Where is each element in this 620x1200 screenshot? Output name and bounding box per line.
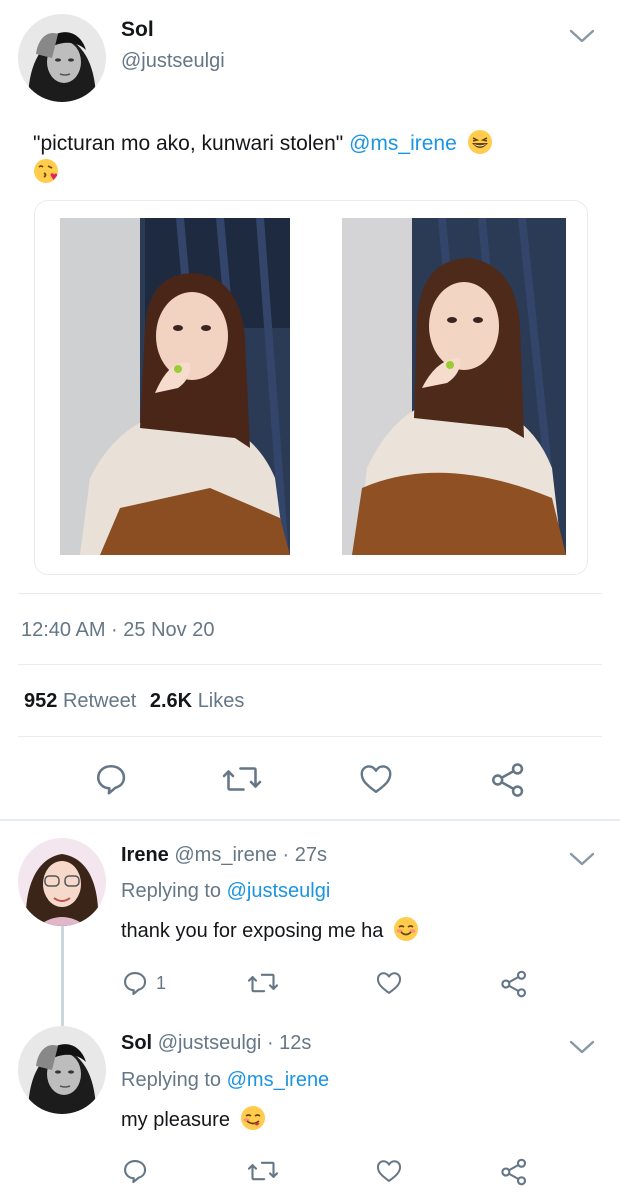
- reply-icon[interactable]: [121, 1157, 149, 1185]
- retweet-icon[interactable]: [247, 1157, 279, 1185]
- share-icon[interactable]: [489, 761, 527, 799]
- divider: [18, 736, 602, 737]
- replying-to-link[interactable]: @ms_irene: [227, 1069, 330, 1091]
- reply-body: thank you for exposing me ha: [121, 920, 384, 942]
- retweets-stat[interactable]: 952 Retweet: [24, 690, 142, 712]
- author-handle[interactable]: @justseulgi: [121, 50, 225, 73]
- reply-icon[interactable]: [93, 761, 129, 797]
- reply-time[interactable]: · 12s: [267, 1032, 311, 1054]
- replying-to-label: Replying to: [121, 1069, 222, 1091]
- reply-display-name[interactable]: Sol: [121, 1032, 152, 1054]
- retweet-icon[interactable]: [222, 761, 262, 797]
- retweets-label: Retweet: [62, 690, 137, 712]
- divider: [18, 664, 602, 665]
- reply-text: thank you for exposing me ha: [121, 916, 419, 943]
- like-icon[interactable]: [374, 1157, 404, 1185]
- reply-count: 1: [156, 973, 167, 993]
- like-icon[interactable]: [357, 761, 395, 797]
- retweet-icon[interactable]: [247, 969, 279, 997]
- reply-header: Sol @justseulgi · 12s: [121, 1032, 311, 1055]
- tweet-mention-link[interactable]: @ms_irene: [349, 132, 457, 155]
- tweet-text: "picturan mo ako, kunwari stolen" @ms_ir…: [33, 129, 593, 187]
- likes-stat[interactable]: 2.6K Likes: [150, 690, 245, 712]
- reply-avatar[interactable]: [18, 1026, 106, 1114]
- grinning-squinting-emoji: [467, 129, 493, 155]
- tweet-stats: 952 Retweet 2.6K Likes: [24, 690, 244, 713]
- thread-line: [61, 926, 64, 1026]
- likes-count: 2.6K: [149, 690, 193, 712]
- like-icon[interactable]: [374, 969, 404, 997]
- reply-text: my pleasure: [121, 1105, 266, 1132]
- reply-body: my pleasure: [121, 1109, 230, 1131]
- reply-handle[interactable]: @justseulgi: [158, 1032, 262, 1054]
- reply-avatar[interactable]: [18, 838, 106, 926]
- replying-to-label: Replying to: [121, 880, 222, 902]
- author-avatar[interactable]: [18, 14, 106, 102]
- tweet-photo-1[interactable]: [60, 218, 290, 555]
- replying-to: Replying to @ms_irene: [121, 1069, 329, 1092]
- replying-to: Replying to @justseulgi: [121, 880, 330, 903]
- likes-label: Likes: [197, 690, 245, 712]
- author-display-name[interactable]: Sol: [121, 18, 154, 42]
- reply-handle[interactable]: @ms_irene: [174, 844, 277, 866]
- section-divider: [0, 819, 620, 821]
- divider: [18, 593, 602, 594]
- chevron-down-icon[interactable]: [568, 1037, 596, 1057]
- chevron-down-icon[interactable]: [568, 849, 596, 869]
- smiling-blushing-emoji: [393, 916, 419, 942]
- reply-display-name[interactable]: Irene: [121, 844, 169, 866]
- chevron-down-icon[interactable]: [568, 26, 596, 46]
- yum-face-emoji: [240, 1105, 266, 1131]
- tweet-photo-2[interactable]: [342, 218, 566, 555]
- tweet-timestamp[interactable]: 12:40 AM · 25 Nov 20: [21, 619, 214, 642]
- reply-time[interactable]: · 27s: [283, 844, 327, 866]
- reply-icon[interactable]: [121, 969, 149, 997]
- share-icon[interactable]: [499, 969, 529, 999]
- reply-header: Irene @ms_irene · 27s: [121, 844, 327, 867]
- face-blowing-kiss-emoji: [33, 158, 59, 184]
- share-icon[interactable]: [499, 1157, 529, 1187]
- replying-to-link[interactable]: @justseulgi: [227, 880, 331, 902]
- retweets-count: 952: [24, 690, 58, 712]
- tweet-body: "picturan mo ako, kunwari stolen": [33, 132, 344, 155]
